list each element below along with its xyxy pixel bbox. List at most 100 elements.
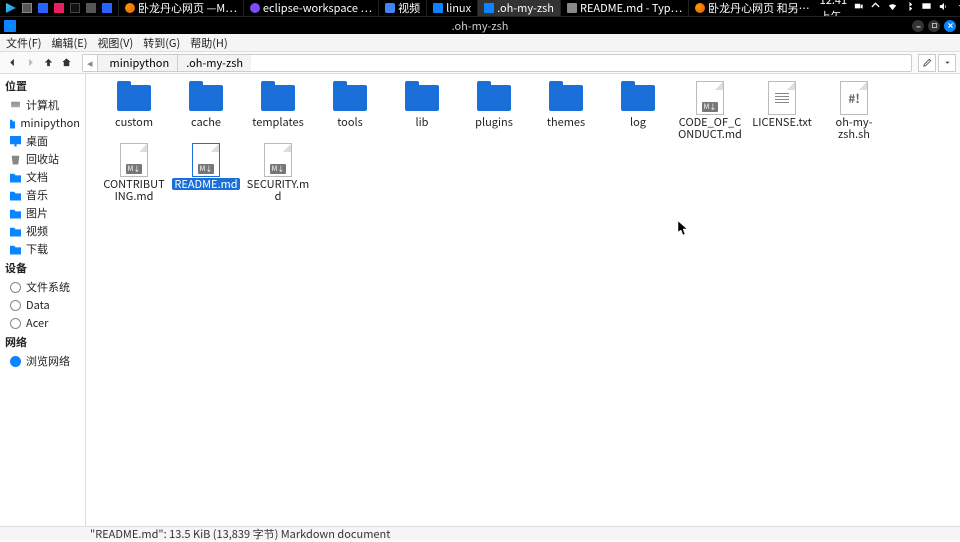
task-icon	[567, 3, 577, 13]
sidebar-item-label: 文档	[26, 169, 48, 185]
file-label: themes	[545, 116, 587, 128]
maximize-button[interactable]	[928, 20, 940, 32]
menu-go[interactable]: 转到(G)	[143, 35, 180, 51]
file-item[interactable]: #!oh-my-zsh.sh	[818, 80, 890, 142]
trash-icon	[10, 154, 21, 165]
sidebar-item-acer[interactable]: Acer	[0, 314, 85, 332]
file-item[interactable]: tools	[314, 80, 386, 142]
camera-icon[interactable]	[853, 0, 864, 16]
task-label: 卧龙丹心网页 和另…	[708, 0, 809, 16]
file-item[interactable]: LICENSE.txt	[746, 80, 818, 142]
file-item[interactable]: templates	[242, 80, 314, 142]
folder-icon	[259, 82, 297, 114]
sidebar-item-filesystem[interactable]: 文件系统	[0, 278, 85, 296]
sidebar-item-downloads[interactable]: 下载	[0, 240, 85, 258]
menu-edit[interactable]: 编辑(E)	[52, 35, 88, 51]
file-item[interactable]: plugins	[458, 80, 530, 142]
taskbar-item-4[interactable]: .oh-my-zsh	[477, 0, 560, 16]
folder-icon	[115, 82, 153, 114]
menubar: 文件(F) 编辑(E) 视图(V) 转到(G) 帮助(H)	[0, 34, 960, 52]
sidebar-item-desktop[interactable]: 桌面	[0, 132, 85, 150]
sidebar-item-trash[interactable]: 回收站	[0, 150, 85, 168]
file-item[interactable]: cache	[170, 80, 242, 142]
wifi-icon[interactable]	[887, 0, 898, 16]
task-icon	[484, 3, 494, 13]
sidebar-item-label: 下载	[26, 241, 48, 257]
up-button[interactable]	[40, 55, 56, 71]
file-item[interactable]: M↓CONTRIBUTING.md	[98, 142, 170, 204]
fold-icon	[10, 190, 21, 201]
launcher-icon-5[interactable]	[68, 1, 82, 15]
sidebar: 位置 计算机minipython桌面回收站文档音乐图片视频下载 设备 文件系统D…	[0, 74, 86, 526]
app-menu-icon[interactable]	[4, 1, 18, 15]
window-titlebar[interactable]: .oh-my-zsh	[0, 16, 960, 34]
window-title: .oh-my-zsh	[452, 18, 509, 34]
path-current[interactable]: .oh-my-zsh	[177, 55, 251, 71]
file-item[interactable]: M↓CODE_OF_CONDUCT.md	[674, 80, 746, 142]
network-icon[interactable]	[870, 0, 881, 16]
display-icon[interactable]	[921, 0, 932, 16]
back-button[interactable]	[4, 55, 20, 71]
bluetooth-icon[interactable]	[904, 0, 915, 16]
sidebar-item-label: 文件系统	[26, 279, 70, 295]
toolbar: ◂ minipython .oh-my-zsh	[0, 52, 960, 74]
menu-view[interactable]: 视图(V)	[97, 35, 133, 51]
fold-icon	[10, 226, 21, 237]
fold-icon	[10, 118, 15, 129]
home-button[interactable]	[58, 55, 74, 71]
menu-help[interactable]: 帮助(H)	[190, 35, 227, 51]
file-item[interactable]: lib	[386, 80, 458, 142]
taskbar-item-0[interactable]: 卧龙丹心网页 —M…	[118, 0, 243, 16]
view-options-button[interactable]	[938, 54, 956, 72]
taskbar-item-2[interactable]: 视频	[378, 0, 426, 16]
close-button[interactable]	[944, 20, 956, 32]
folder-icon	[619, 82, 657, 114]
volume-icon[interactable]	[938, 0, 949, 16]
file-item[interactable]: M↓SECURITY.md	[242, 142, 314, 204]
file-label: tools	[335, 116, 365, 128]
file-view[interactable]: customcachetemplates tools libplugins theme…	[86, 74, 960, 526]
file-item[interactable]: log	[602, 80, 674, 142]
file-item[interactable]: custom	[98, 80, 170, 142]
file-label: LICENSE.txt	[750, 116, 813, 128]
sidebar-item-label: 回收站	[26, 151, 59, 167]
launcher-separator	[84, 1, 98, 15]
sidebar-item-label: 浏览网络	[26, 353, 70, 369]
forward-button[interactable]	[22, 55, 38, 71]
sidebar-item-videos[interactable]: 视频	[0, 222, 85, 240]
launcher-icon-3[interactable]	[36, 1, 50, 15]
pathbar[interactable]: ◂ minipython .oh-my-zsh	[82, 54, 912, 72]
edit-path-button[interactable]	[918, 54, 936, 72]
sidebar-item-computer[interactable]: 计算机	[0, 96, 85, 114]
sidebar-item-minipython[interactable]: minipython	[0, 114, 85, 132]
disk-icon	[10, 318, 21, 329]
taskbar-item-3[interactable]: linux	[426, 0, 477, 16]
file-label: CODE_OF_CONDUCT.md	[676, 116, 744, 140]
sidebar-item-label: Acer	[26, 315, 48, 331]
fold-icon	[10, 244, 21, 255]
file-label: log	[628, 116, 648, 128]
file-item[interactable]: themes	[530, 80, 602, 142]
launcher-icon-6[interactable]	[100, 1, 114, 15]
task-label: eclipse-workspace …	[263, 0, 372, 16]
sidebar-item-documents[interactable]: 文档	[0, 168, 85, 186]
launcher-icon-2[interactable]	[20, 1, 34, 15]
sidebar-item-browse-network[interactable]: 浏览网络	[0, 352, 85, 370]
launcher-icon-4[interactable]	[52, 1, 66, 15]
minimize-button[interactable]	[912, 20, 924, 32]
statusbar: "README.md": 13.5 KiB (13,839 字节) Markdo…	[0, 526, 960, 540]
taskbar-item-1[interactable]: eclipse-workspace …	[243, 0, 378, 16]
path-back-icon[interactable]: ◂	[83, 55, 97, 71]
menu-file[interactable]: 文件(F)	[6, 35, 42, 51]
path-home[interactable]: minipython	[97, 55, 178, 71]
file-icon: #!	[835, 82, 873, 114]
sidebar-item-music[interactable]: 音乐	[0, 186, 85, 204]
updates-icon[interactable]	[955, 0, 960, 16]
sidebar-item-pictures[interactable]: 图片	[0, 204, 85, 222]
sidebar-item-data[interactable]: Data	[0, 296, 85, 314]
sidebar-head-network: 网络	[0, 332, 85, 352]
sidebar-item-label: 计算机	[26, 97, 59, 113]
file-item[interactable]: M↓README.md	[170, 142, 242, 204]
taskbar-item-5[interactable]: README.md - Typ…	[560, 0, 688, 16]
taskbar-item-6[interactable]: 卧龙丹心网页 和另…	[688, 0, 815, 16]
